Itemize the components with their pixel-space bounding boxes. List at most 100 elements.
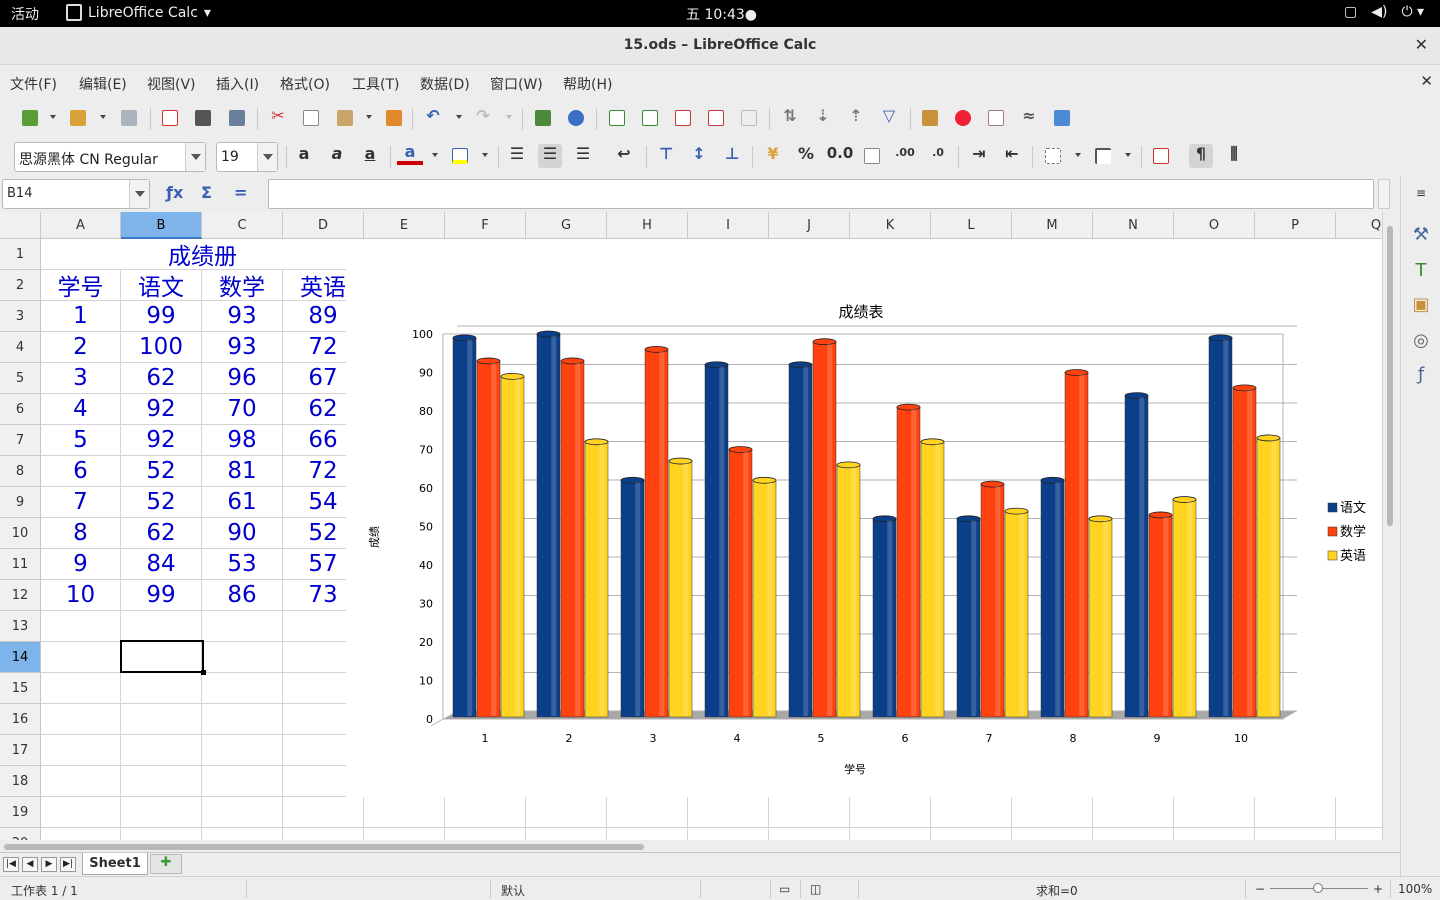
row-header-3[interactable]: 3 bbox=[0, 301, 41, 332]
selection-mode-icon[interactable]: ▭ bbox=[779, 882, 790, 896]
row-header-17[interactable]: 17 bbox=[0, 735, 41, 766]
chart-bar[interactable] bbox=[1208, 337, 1233, 718]
text-direction-ttb-button[interactable]: ⫼ bbox=[1222, 144, 1246, 168]
menu-tools[interactable]: 工具(T) bbox=[352, 74, 399, 94]
data-cell[interactable]: 52 bbox=[121, 487, 201, 517]
column-button[interactable] bbox=[638, 106, 662, 130]
autofilter-button[interactable]: ▽ bbox=[877, 106, 901, 130]
chart-bar[interactable] bbox=[1088, 518, 1113, 718]
x-axis-label[interactable]: 学号 bbox=[844, 762, 866, 776]
chevron-down-icon[interactable] bbox=[257, 143, 277, 171]
function-wizard-icon[interactable]: ƒx bbox=[166, 183, 183, 202]
data-cell[interactable]: 8 bbox=[41, 518, 120, 548]
chart-object[interactable]: 0 10 20 30 40 50 60 70 80 90 100 1 2 3 4 5 6 7 8 9 10 成绩表 学号 成绩… bbox=[346, 239, 1382, 797]
undo-dropdown-arrow[interactable] bbox=[456, 115, 462, 119]
data-cell[interactable]: 70 bbox=[202, 394, 282, 424]
redo-button[interactable]: ↷ bbox=[471, 106, 495, 130]
menu-edit[interactable]: 编辑(E) bbox=[79, 74, 127, 94]
row-header-4[interactable]: 4 bbox=[0, 332, 41, 363]
close-document-icon[interactable]: ✕ bbox=[1420, 72, 1433, 90]
open-button[interactable] bbox=[66, 106, 90, 130]
chevron-down-icon[interactable] bbox=[185, 143, 205, 171]
chart-bar[interactable] bbox=[1124, 395, 1149, 718]
font-size-combo[interactable]: 19 bbox=[216, 142, 278, 172]
increase-indent-button[interactable]: ⇥ bbox=[967, 144, 991, 168]
chart-bar[interactable] bbox=[644, 349, 669, 718]
row-header-13[interactable]: 13 bbox=[0, 611, 41, 642]
sort-button[interactable]: ⇅ bbox=[778, 106, 802, 130]
align-left-button[interactable]: ☰ bbox=[505, 144, 529, 168]
merge-cells-button[interactable] bbox=[737, 106, 761, 130]
window-close-button[interactable]: ✕ bbox=[1415, 35, 1428, 54]
vertical-scrollbar[interactable] bbox=[1382, 212, 1400, 840]
functions-icon[interactable]: ƒ bbox=[1409, 364, 1433, 388]
number-format-button[interactable]: 0.0 bbox=[825, 144, 855, 168]
column-header-l[interactable]: L bbox=[931, 212, 1012, 239]
data-cell[interactable]: 86 bbox=[202, 580, 282, 610]
percent-format-button[interactable]: % bbox=[794, 144, 818, 168]
column-header-e[interactable]: E bbox=[364, 212, 445, 239]
chart-bar[interactable] bbox=[1004, 510, 1029, 718]
menu-view[interactable]: 视图(V) bbox=[147, 74, 196, 94]
paste-button[interactable] bbox=[333, 106, 357, 130]
chart-bar[interactable] bbox=[668, 460, 693, 718]
chart-bar[interactable] bbox=[1040, 480, 1065, 718]
chart-bar[interactable] bbox=[728, 449, 753, 718]
chart-bar[interactable] bbox=[620, 480, 645, 718]
name-box[interactable]: B14 bbox=[2, 179, 150, 209]
chart-bar[interactable] bbox=[872, 518, 897, 718]
activities-button[interactable]: 活动 bbox=[11, 4, 39, 24]
data-cell[interactable]: 2 bbox=[41, 332, 120, 362]
data-cell[interactable]: 92 bbox=[121, 394, 201, 424]
borders-button[interactable] bbox=[1041, 144, 1065, 168]
column-header-i[interactable]: I bbox=[688, 212, 769, 239]
previous-sheet-button[interactable]: ◀ bbox=[22, 857, 38, 872]
more-controls-button[interactable] bbox=[1050, 106, 1074, 130]
clone-format-button[interactable] bbox=[382, 106, 406, 130]
column-header-b[interactable]: B bbox=[121, 212, 202, 239]
data-cell[interactable]: 92 bbox=[121, 425, 201, 455]
add-decimal-button[interactable]: .00 bbox=[893, 144, 917, 168]
data-cell[interactable]: 62 bbox=[121, 363, 201, 393]
column-header-g[interactable]: G bbox=[526, 212, 607, 239]
delete-row-button[interactable] bbox=[671, 106, 695, 130]
chart-bar[interactable] bbox=[536, 333, 561, 718]
date-format-button[interactable] bbox=[860, 144, 884, 168]
export-pdf-button[interactable] bbox=[158, 106, 182, 130]
column-header-o[interactable]: O bbox=[1174, 212, 1255, 239]
border-style-dropdown-arrow[interactable] bbox=[1125, 153, 1131, 157]
app-menu[interactable]: LibreOffice Calc ▾ bbox=[66, 4, 211, 21]
data-cell[interactable]: 6 bbox=[41, 456, 120, 486]
insert-image-button[interactable] bbox=[918, 106, 942, 130]
data-cell[interactable]: 7 bbox=[41, 487, 120, 517]
first-sheet-button[interactable]: |◀ bbox=[3, 857, 19, 872]
font-color-dropdown-arrow[interactable] bbox=[432, 153, 438, 157]
column-header-c[interactable]: C bbox=[202, 212, 283, 239]
bold-button[interactable]: a bbox=[292, 144, 316, 168]
save-button[interactable] bbox=[117, 106, 141, 130]
row-header-6[interactable]: 6 bbox=[0, 394, 41, 425]
chart-bar[interactable] bbox=[1148, 514, 1173, 718]
data-cell[interactable]: 9 bbox=[41, 549, 120, 579]
data-cell[interactable]: 84 bbox=[121, 549, 201, 579]
row-header-15[interactable]: 15 bbox=[0, 673, 41, 704]
open-dropdown-arrow[interactable] bbox=[100, 115, 106, 119]
properties-icon[interactable]: ⚒ bbox=[1409, 224, 1433, 248]
align-middle-button[interactable]: ↕ bbox=[687, 144, 711, 168]
special-character-button[interactable]: ≈ bbox=[1017, 106, 1041, 130]
data-cell[interactable]: 100 bbox=[121, 332, 201, 362]
equals-icon[interactable]: = bbox=[234, 183, 247, 202]
chart-bar[interactable] bbox=[1256, 437, 1281, 718]
chart-bar[interactable] bbox=[956, 518, 981, 718]
copy-button[interactable] bbox=[299, 106, 323, 130]
print-preview-button[interactable] bbox=[225, 106, 249, 130]
chart-bar[interactable] bbox=[452, 337, 477, 718]
highlight-dropdown-arrow[interactable] bbox=[482, 153, 488, 157]
data-cell[interactable]: 61 bbox=[202, 487, 282, 517]
sidebar-menu-icon[interactable]: ≡ bbox=[1409, 186, 1433, 210]
column-header-p[interactable]: P bbox=[1255, 212, 1336, 239]
row-header-9[interactable]: 9 bbox=[0, 487, 41, 518]
highlight-color-button[interactable] bbox=[448, 144, 472, 168]
column-header-f[interactable]: F bbox=[445, 212, 526, 239]
align-top-button[interactable]: ⊤ bbox=[654, 144, 678, 168]
